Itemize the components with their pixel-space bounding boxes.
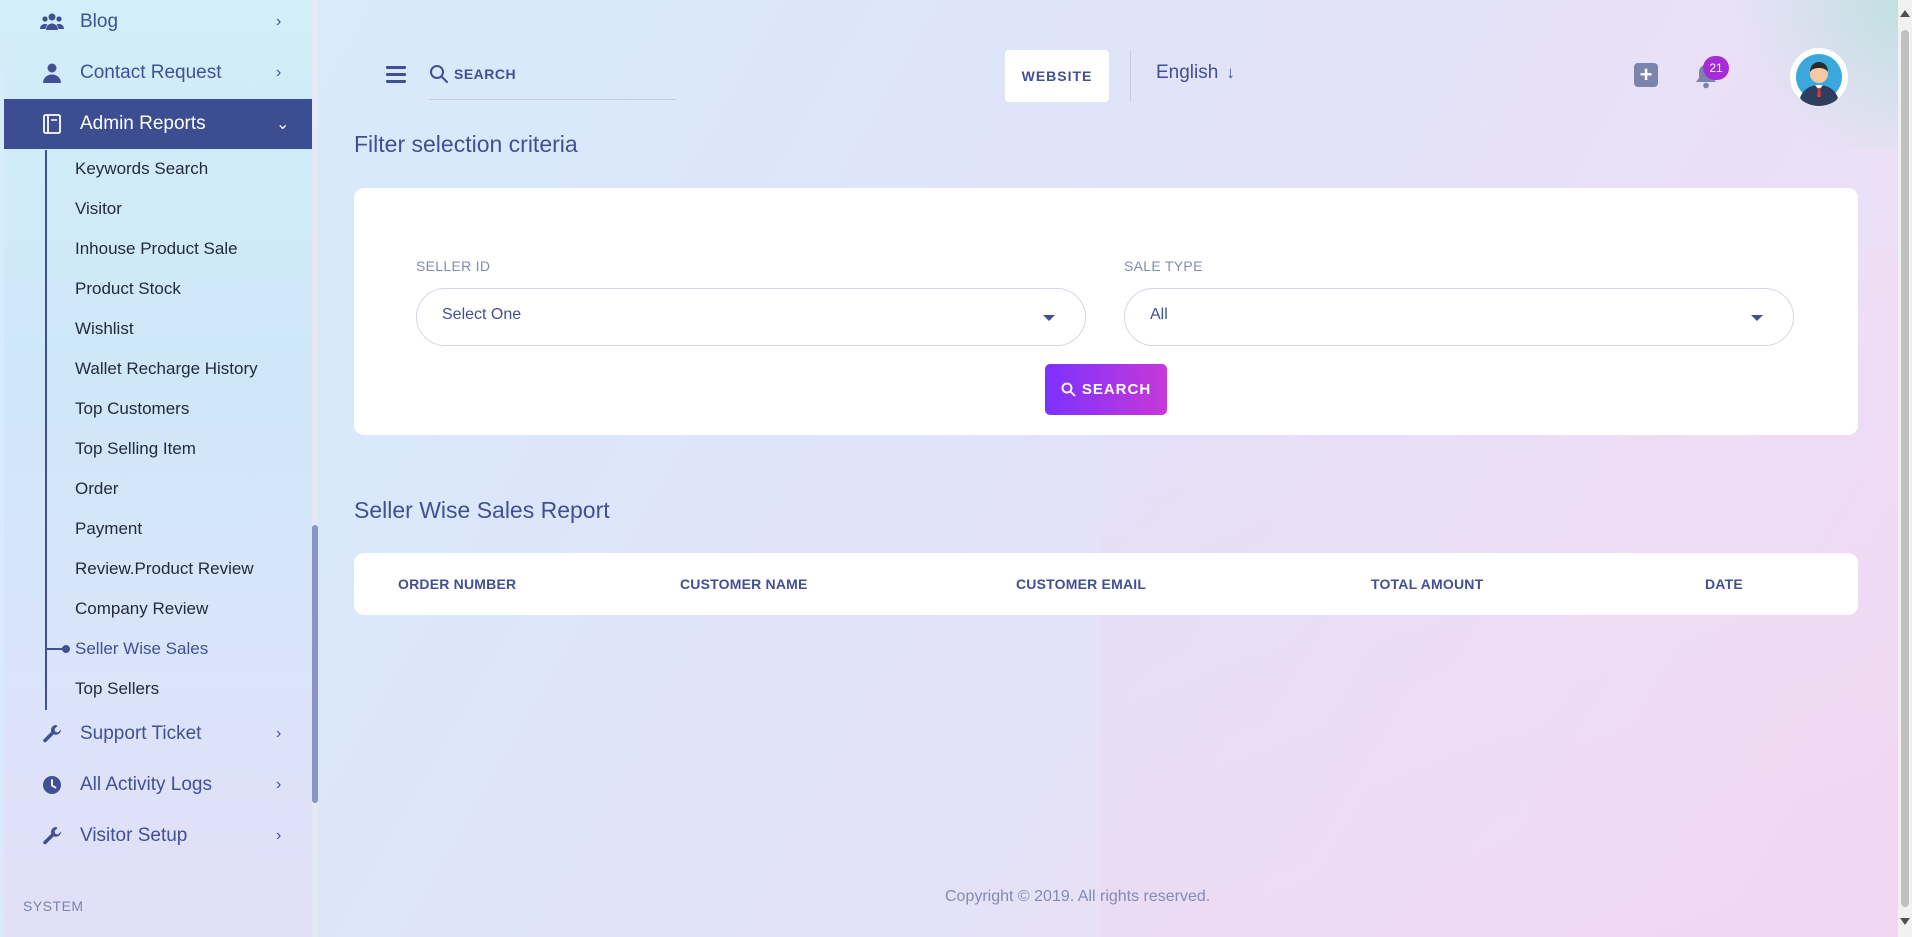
search-box: [429, 60, 676, 100]
submenu-item[interactable]: Review.Product Review: [75, 557, 254, 581]
column-header-customer-email[interactable]: CUSTOMER EMAIL: [1016, 576, 1146, 592]
search-input[interactable]: [454, 62, 674, 86]
submenu-item[interactable]: Top Sellers: [75, 677, 159, 701]
column-header-date[interactable]: DATE: [1705, 576, 1743, 592]
submenu-item-active[interactable]: Seller Wise Sales: [75, 637, 208, 661]
scroll-down-icon[interactable]: [1900, 918, 1910, 925]
column-header-total-amount[interactable]: TOTAL AMOUNT: [1371, 576, 1483, 592]
sale-type-label: SALE TYPE: [1124, 258, 1203, 274]
website-button[interactable]: WEBSITE: [1005, 50, 1109, 102]
submenu-item[interactable]: Visitor: [75, 197, 122, 221]
report-title: Seller Wise Sales Report: [354, 497, 610, 523]
sidebar-item-visitor-setup[interactable]: Visitor Setup ›: [4, 811, 312, 861]
sidebar-item-label: Visitor Setup: [80, 825, 188, 846]
submenu-line: [45, 150, 47, 710]
submenu-item[interactable]: Product Stock: [75, 277, 181, 301]
sidebar-item-label: Blog: [80, 11, 119, 32]
language-selector[interactable]: English ↓: [1156, 62, 1235, 84]
search-icon: [1061, 382, 1076, 397]
divider: [1130, 50, 1131, 102]
submenu-item[interactable]: Wishlist: [75, 317, 134, 341]
column-header-order-number[interactable]: ORDER NUMBER: [398, 576, 516, 592]
wrench-icon: [40, 824, 64, 848]
search-button[interactable]: SEARCH: [1045, 364, 1167, 415]
sidebar-item-label: All Activity Logs: [80, 774, 212, 795]
sidebar-item-contact-request[interactable]: Contact Request ›: [4, 48, 312, 98]
book-icon: [40, 112, 64, 136]
submenu-item[interactable]: Top Selling Item: [75, 437, 196, 461]
sidebar-item-label: Admin Reports: [80, 113, 206, 134]
avatar[interactable]: [1790, 48, 1848, 106]
sale-type-select[interactable]: All: [1124, 288, 1794, 346]
submenu-item[interactable]: Payment: [75, 517, 142, 541]
chevron-right-icon: ›: [276, 725, 282, 742]
sidebar: Blog › Contact Request › Admin Reports ⌄…: [4, 0, 312, 937]
sidebar-scrollbar-thumb[interactable]: [312, 525, 318, 803]
sale-type-value: All: [1150, 306, 1168, 323]
menu-toggle-button[interactable]: [384, 64, 408, 84]
caret-down-icon: [1751, 315, 1763, 321]
notification-badge: 21: [1703, 56, 1729, 80]
seller-id-label: SELLER ID: [416, 258, 491, 274]
column-header-customer-name[interactable]: CUSTOMER NAME: [680, 576, 808, 592]
sidebar-item-support-ticket[interactable]: Support Ticket ›: [4, 709, 312, 759]
add-icon[interactable]: +: [1634, 63, 1658, 87]
active-indicator-dot: [62, 645, 70, 653]
sidebar-item-blog[interactable]: Blog ›: [4, 0, 312, 47]
filter-title: Filter selection criteria: [354, 131, 578, 157]
submenu-item[interactable]: Company Review: [75, 597, 208, 621]
seller-id-value: Select One: [442, 306, 522, 323]
user-icon: [40, 61, 64, 85]
wrench-icon: [40, 722, 64, 746]
language-label: English: [1156, 62, 1219, 83]
seller-id-select[interactable]: Select One: [416, 288, 1086, 346]
chevron-right-icon: ›: [276, 776, 282, 793]
caret-down-icon: [1043, 315, 1055, 321]
submenu-item[interactable]: Wallet Recharge History: [75, 357, 258, 381]
submenu-item[interactable]: Keywords Search: [75, 157, 208, 181]
chevron-right-icon: ›: [276, 13, 282, 30]
copyright-text: Copyright © 2019. All rights reserved.: [945, 888, 1211, 905]
arrow-down-icon: ↓: [1226, 63, 1235, 82]
submenu-item[interactable]: Top Customers: [75, 397, 189, 421]
search-icon: [429, 64, 449, 84]
section-label: SYSTEM: [23, 898, 84, 914]
chevron-down-icon: ⌄: [276, 116, 290, 133]
submenu-item[interactable]: Inhouse Product Sale: [75, 237, 238, 261]
page-scrollbar-thumb[interactable]: [1901, 30, 1909, 907]
users-icon: [40, 10, 64, 34]
search-button-label: SEARCH: [1081, 381, 1152, 398]
sidebar-item-label: Contact Request: [80, 62, 222, 83]
sidebar-item-all-activity-logs[interactable]: All Activity Logs ›: [4, 760, 312, 810]
scroll-up-icon[interactable]: [1900, 10, 1910, 17]
clock-icon: [40, 773, 64, 797]
submenu-item[interactable]: Order: [75, 477, 118, 501]
chevron-right-icon: ›: [276, 827, 282, 844]
chevron-right-icon: ›: [276, 64, 282, 81]
sidebar-item-label: Support Ticket: [80, 723, 202, 744]
sidebar-item-admin-reports[interactable]: Admin Reports ⌄: [4, 99, 312, 149]
